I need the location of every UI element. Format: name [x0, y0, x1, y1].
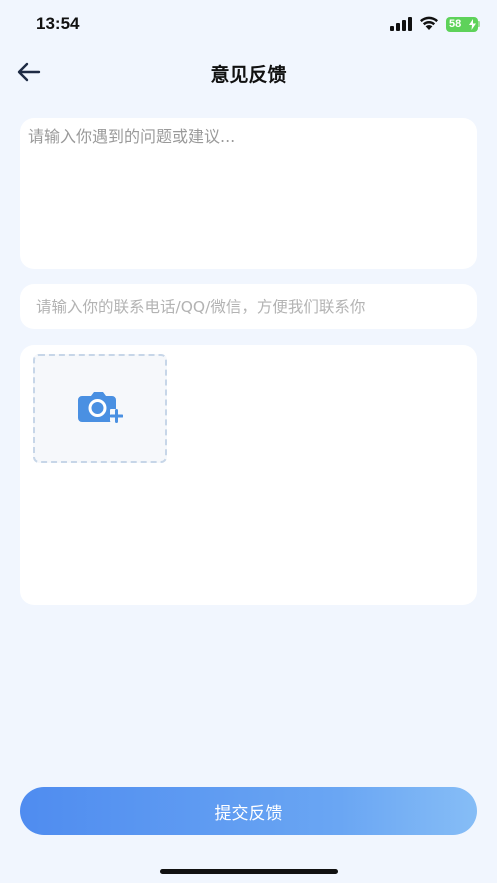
signal-icon [390, 17, 412, 31]
nav-bar: 意见反馈 [0, 50, 497, 94]
wifi-icon [420, 16, 438, 30]
status-bar: 13:54 58 [0, 0, 497, 50]
photo-upload-card [20, 345, 477, 605]
battery-icon: 58 [446, 17, 478, 32]
feedback-textarea[interactable] [20, 118, 477, 269]
page-title: 意见反馈 [210, 64, 287, 86]
submit-button[interactable]: 提交反馈 [20, 787, 477, 835]
feedback-card [20, 118, 477, 269]
battery-cap [478, 21, 480, 27]
camera-plus-icon [78, 391, 123, 423]
charging-bolt-icon [469, 19, 476, 30]
add-photo-button[interactable] [33, 354, 167, 463]
battery-level: 58 [449, 18, 462, 30]
contact-input[interactable] [20, 284, 477, 329]
contact-card [20, 284, 477, 329]
home-indicator [160, 869, 338, 874]
status-time: 13:54 [36, 14, 80, 33]
